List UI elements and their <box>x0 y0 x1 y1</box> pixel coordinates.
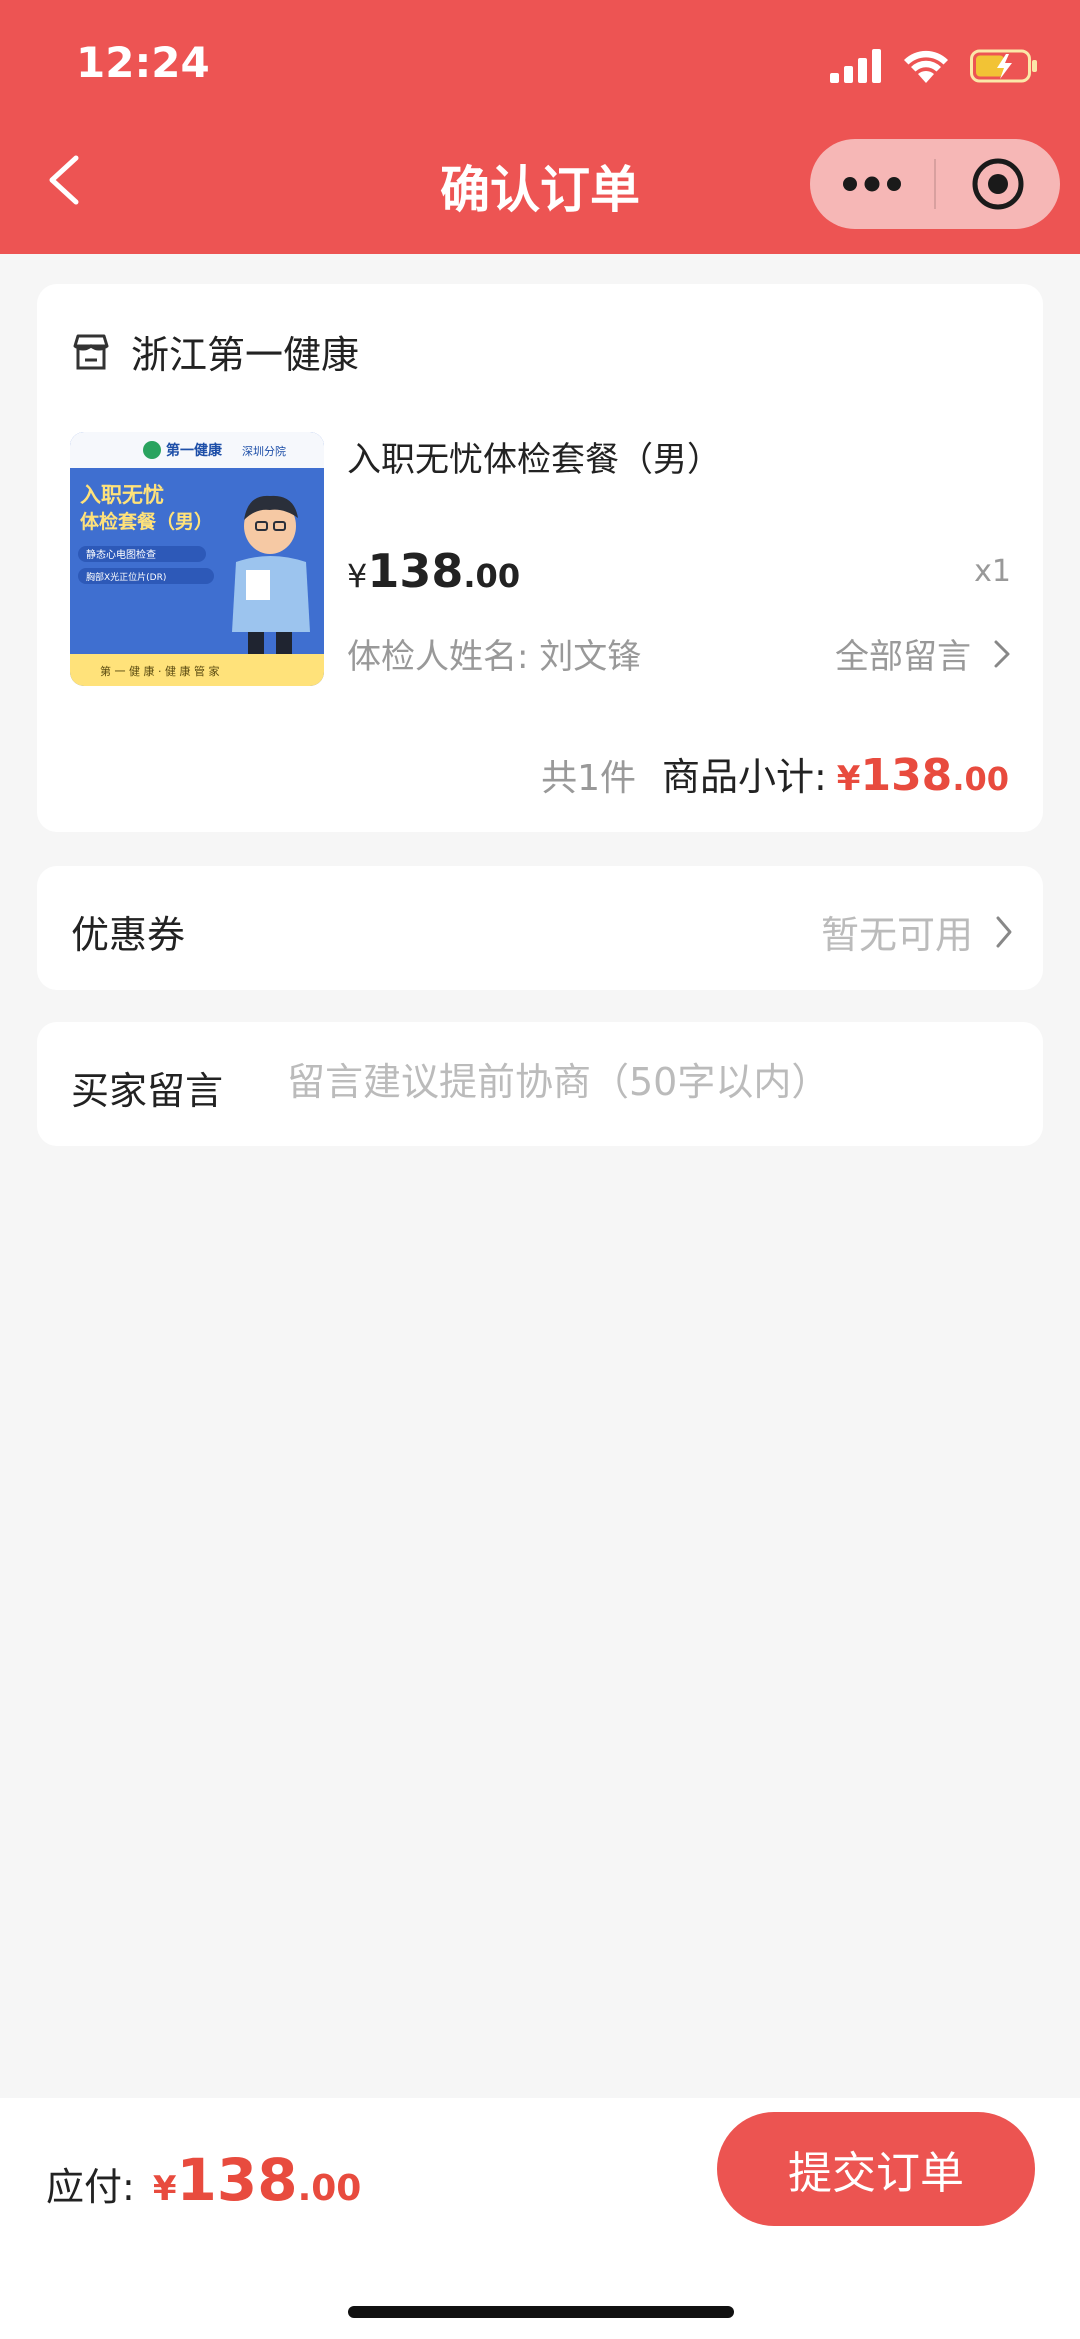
subtotal-price: ¥138.00 <box>837 750 1009 801</box>
submit-order-button[interactable]: 提交订单 <box>717 2112 1035 2226</box>
coupon-status: 暂无可用 <box>820 913 973 957</box>
chevron-right-icon <box>994 640 1010 667</box>
header-bar: 12:24 确认订单 <box>0 0 1080 254</box>
amount-due-value: ¥138.00 <box>153 2146 362 2214</box>
wifi-icon <box>904 50 948 83</box>
status-time: 12:24 <box>76 38 210 87</box>
coupon-value: 暂无可用 <box>821 904 1013 959</box>
mini-program-capsule <box>810 139 1060 229</box>
amount-due-label: 应付: <box>46 2165 135 2209</box>
amount-due: 应付: ¥138.00 <box>46 2146 361 2214</box>
product-price: ¥138.00 <box>347 544 520 598</box>
subtotal-symbol: ¥ <box>836 759 861 799</box>
image-footer: 第 一 健 康 · 健 康 管 家 <box>100 664 219 678</box>
amount-integer: 138 <box>176 2146 298 2214</box>
amount-decimal: .00 <box>297 2168 362 2209</box>
price-integer: 138 <box>367 544 464 598</box>
status-icons <box>830 46 1038 86</box>
image-headline-2: 体检套餐（男） <box>80 510 213 533</box>
buyer-message-input[interactable] <box>287 1052 1007 1112</box>
buyer-message-label: 买家留言 <box>71 1069 224 1113</box>
price-symbol: ¥ <box>347 557 368 595</box>
image-item-1: 静态心电图检查 <box>86 548 156 561</box>
store-name: 浙江第一健康 <box>131 333 360 377</box>
close-button[interactable] <box>936 139 1060 229</box>
subtotal-row: 共1件 商品小计: ¥138.00 <box>541 746 1009 801</box>
price-decimal: .00 <box>463 557 521 595</box>
more-button[interactable] <box>810 139 934 229</box>
bottom-pay-bar: 应付: ¥138.00 提交订单 <box>0 2098 1080 2339</box>
image-brand: 第一健康 <box>166 442 223 459</box>
all-messages-label: 全部留言 <box>835 637 971 677</box>
battery-charging-icon <box>970 49 1037 83</box>
amount-symbol: ¥ <box>152 2169 177 2209</box>
image-branch: 深圳分院 <box>242 444 286 458</box>
subtotal-label: 商品小计: <box>661 755 827 799</box>
order-item-card: 浙江第一健康 第一健康 深圳分院 入职无忧 体检套餐（男） 静态心电图检查 胸部… <box>37 284 1043 832</box>
more-dots-icon <box>843 176 901 192</box>
coupon-label: 优惠券 <box>71 913 186 957</box>
store-icon <box>73 334 109 369</box>
subtotal-decimal: .00 <box>952 760 1009 798</box>
coupon-row[interactable]: 优惠券 暂无可用 <box>37 866 1043 990</box>
product-image-art: 第一健康 深圳分院 入职无忧 体检套餐（男） 静态心电图检查 胸部X光正位片(D… <box>70 432 324 686</box>
product-quantity: x1 <box>974 554 1011 589</box>
examinee-name: 体检人姓名: 刘文锋 <box>347 637 642 677</box>
all-messages-link[interactable]: 全部留言 <box>835 629 1011 678</box>
product-title: 入职无忧体检套餐（男） <box>347 440 721 480</box>
image-headline-1: 入职无忧 <box>80 483 164 507</box>
product-image[interactable]: 第一健康 深圳分院 入职无忧 体检套餐（男） 静态心电图检查 胸部X光正位片(D… <box>70 432 324 686</box>
home-indicator <box>348 2306 734 2318</box>
buyer-message-row: 买家留言 <box>37 1022 1043 1146</box>
target-circle-icon <box>972 158 1024 210</box>
image-item-2: 胸部X光正位片(DR) <box>86 571 166 583</box>
chevron-right-icon <box>996 916 1012 947</box>
store-header[interactable]: 浙江第一健康 <box>71 324 359 379</box>
signal-icon <box>830 49 881 83</box>
subtotal-integer: 138 <box>860 750 953 801</box>
item-count: 共1件 <box>541 758 636 799</box>
